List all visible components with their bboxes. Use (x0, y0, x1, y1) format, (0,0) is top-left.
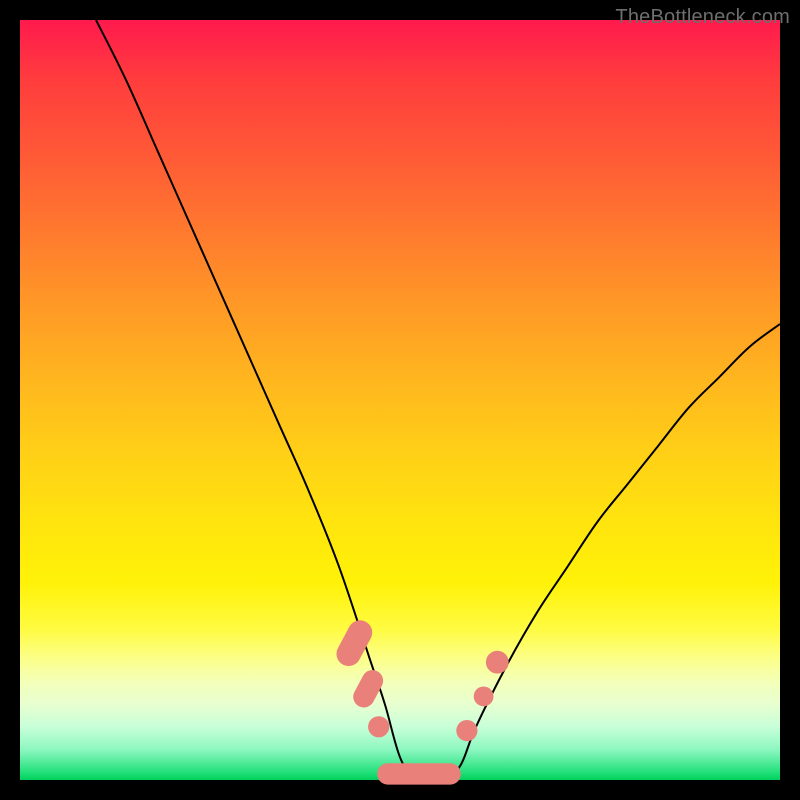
left-cluster-3 (368, 716, 389, 737)
left-cluster-2 (349, 666, 386, 711)
right-dot-2 (474, 687, 494, 707)
bottom-bar (377, 763, 461, 784)
watermark-text: TheBottleneck.com (615, 6, 790, 29)
outer-frame: TheBottleneck.com (0, 0, 800, 800)
curve-group (96, 20, 780, 782)
markers-group (332, 616, 508, 785)
right-dot-3 (486, 651, 509, 674)
curve-layer (0, 0, 800, 800)
right-dot-1 (456, 720, 477, 741)
bottleneck-curve-path (96, 20, 780, 782)
